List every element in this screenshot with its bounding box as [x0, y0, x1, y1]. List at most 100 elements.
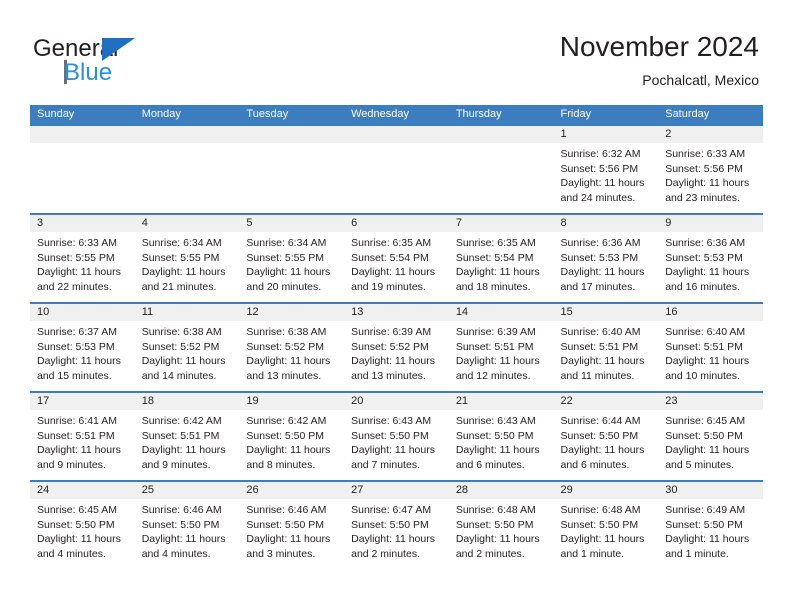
- calendar-day-cell[interactable]: 16 Sunrise: 6:40 AM Sunset: 5:51 PM Dayligh…: [658, 302, 763, 392]
- day-number: [448, 126, 554, 143]
- day-detail-line: Sunset: 5:52 PM: [141, 340, 220, 353]
- day-detail-line: and 1 minute.: [665, 547, 729, 560]
- day-detail-line: Sunset: 5:52 PM: [351, 340, 429, 353]
- weekday-header-sunday: Sunday: [30, 105, 135, 125]
- calendar-body: 1 Sunrise: 6:32 AM Sunset: 5:56 PM Daylight…: [30, 124, 763, 569]
- day-detail-line: Sunrise: 6:36 AM: [665, 237, 746, 249]
- day-cell-details: Sunrise: 6:45 AM Sunset: 5:50 PM Daylight:…: [658, 410, 763, 472]
- day-detail-line: Sunrise: 6:48 AM: [560, 504, 641, 516]
- day-detail-line: and 4 minutes.: [37, 547, 106, 560]
- calendar-day-cell[interactable]: 10 Sunrise: 6:37 AM Sunset: 5:53 PM Dayligh…: [30, 302, 135, 392]
- day-cell-details: Sunrise: 6:34 AM Sunset: 5:55 PM Daylight:…: [135, 232, 240, 294]
- calendar-day-cell[interactable]: 4 Sunrise: 6:34 AM Sunset: 5:55 PM Daylight…: [134, 213, 240, 303]
- day-detail-line: Sunrise: 6:38 AM: [246, 326, 327, 338]
- calendar-day-cell[interactable]: 17 Sunrise: 6:41 AM Sunset: 5:51 PM Dayligh…: [30, 391, 135, 481]
- day-cell-inner: 8 Sunrise: 6:36 AM Sunset: 5:53 PM Daylight…: [553, 215, 659, 302]
- calendar-day-cell[interactable]: 26 Sunrise: 6:46 AM Sunset: 5:50 PM Dayligh…: [239, 480, 345, 569]
- day-detail-line: Sunset: 5:51 PM: [665, 340, 743, 353]
- day-detail-line: and 2 minutes.: [351, 547, 420, 560]
- calendar-day-cell[interactable]: 20 Sunrise: 6:43 AM Sunset: 5:50 PM Dayligh…: [344, 391, 449, 481]
- calendar-day-cell[interactable]: 18 Sunrise: 6:42 AM Sunset: 5:51 PM Dayligh…: [134, 391, 240, 481]
- calendar-day-cell[interactable]: 28 Sunrise: 6:48 AM Sunset: 5:50 PM Dayligh…: [448, 480, 554, 569]
- day-number: 5: [239, 215, 345, 232]
- day-detail-line: Sunset: 5:51 PM: [560, 340, 639, 353]
- calendar-day-cell[interactable]: 11 Sunrise: 6:38 AM Sunset: 5:52 PM Dayligh…: [134, 302, 240, 392]
- day-detail-line: and 23 minutes.: [665, 191, 740, 204]
- day-number: 16: [658, 304, 763, 321]
- day-detail-line: and 6 minutes.: [560, 458, 630, 471]
- day-cell-inner: 25 Sunrise: 6:46 AM Sunset: 5:50 PM Dayligh…: [134, 482, 240, 569]
- day-cell-details: Sunrise: 6:43 AM Sunset: 5:50 PM Daylight:…: [449, 410, 554, 472]
- day-detail-line: Sunrise: 6:41 AM: [37, 415, 117, 427]
- day-detail-line: Daylight: 11 hours: [455, 355, 540, 367]
- day-cell-inner: 24 Sunrise: 6:45 AM Sunset: 5:50 PM Dayligh…: [30, 482, 135, 569]
- calendar-day-cell[interactable]: 9 Sunrise: 6:36 AM Sunset: 5:53 PM Daylight…: [658, 213, 763, 303]
- day-cell-details: [344, 143, 449, 147]
- calendar-day-cell[interactable]: 29 Sunrise: 6:48 AM Sunset: 5:50 PM Dayligh…: [553, 480, 659, 569]
- calendar-day-cell[interactable]: 5 Sunrise: 6:34 AM Sunset: 5:55 PM Daylight…: [239, 213, 345, 303]
- day-detail-line: Daylight: 11 hours: [351, 533, 435, 545]
- day-cell-inner: 16 Sunrise: 6:40 AM Sunset: 5:51 PM Dayligh…: [658, 304, 763, 391]
- calendar-day-cell[interactable]: 15 Sunrise: 6:40 AM Sunset: 5:51 PM Dayligh…: [553, 302, 659, 392]
- calendar-week-row: 17 Sunrise: 6:41 AM Sunset: 5:51 PM Dayligh…: [30, 391, 763, 481]
- day-number: 2: [658, 126, 763, 143]
- day-cell-details: Sunrise: 6:44 AM Sunset: 5:50 PM Daylight:…: [554, 410, 659, 472]
- calendar-day-cell[interactable]: 3 Sunrise: 6:33 AM Sunset: 5:55 PM Daylight…: [30, 213, 135, 303]
- calendar-day-cell[interactable]: 14 Sunrise: 6:39 AM Sunset: 5:51 PM Dayligh…: [448, 302, 554, 392]
- general-blue-logo[interactable]: General Blue: [33, 36, 263, 88]
- day-number: [344, 126, 449, 143]
- day-detail-line: Daylight: 11 hours: [455, 533, 540, 545]
- day-cell-details: Sunrise: 6:39 AM Sunset: 5:52 PM Daylight:…: [344, 321, 449, 383]
- blue-triangle-flag-icon: [102, 38, 135, 61]
- calendar-day-cell[interactable]: 13 Sunrise: 6:39 AM Sunset: 5:52 PM Dayligh…: [344, 302, 449, 392]
- day-detail-line: Sunset: 5:55 PM: [37, 251, 115, 264]
- day-cell-inner: 23 Sunrise: 6:45 AM Sunset: 5:50 PM Dayligh…: [658, 393, 763, 480]
- day-cell-inner: 5 Sunrise: 6:34 AM Sunset: 5:55 PM Daylight…: [239, 215, 345, 302]
- day-detail-line: Daylight: 11 hours: [665, 177, 750, 189]
- day-detail-line: Sunset: 5:54 PM: [455, 251, 534, 264]
- day-detail-line: and 13 minutes.: [246, 369, 322, 382]
- day-detail-line: Sunset: 5:54 PM: [351, 251, 429, 264]
- day-detail-line: Sunset: 5:55 PM: [246, 251, 325, 264]
- day-number: 24: [30, 482, 135, 499]
- location-subtitle: Pochalcatl, Mexico: [642, 72, 759, 88]
- calendar-day-cell[interactable]: 6 Sunrise: 6:35 AM Sunset: 5:54 PM Daylight…: [344, 213, 449, 303]
- calendar-day-cell[interactable]: 8 Sunrise: 6:36 AM Sunset: 5:53 PM Daylight…: [553, 213, 659, 303]
- day-detail-line: and 18 minutes.: [455, 280, 531, 293]
- calendar-day-cell[interactable]: 24 Sunrise: 6:45 AM Sunset: 5:50 PM Dayligh…: [30, 480, 135, 569]
- day-cell-details: Sunrise: 6:45 AM Sunset: 5:50 PM Daylight:…: [30, 499, 135, 561]
- day-number: 19: [239, 393, 345, 410]
- calendar-day-cell[interactable]: 1 Sunrise: 6:32 AM Sunset: 5:56 PM Daylight…: [553, 124, 659, 214]
- day-detail-line: and 12 minutes.: [455, 369, 531, 382]
- brand-name-blue: Blue: [64, 59, 113, 86]
- day-cell-details: Sunrise: 6:46 AM Sunset: 5:50 PM Daylight:…: [135, 499, 240, 561]
- calendar-day-cell[interactable]: 12 Sunrise: 6:38 AM Sunset: 5:52 PM Dayligh…: [239, 302, 345, 392]
- day-cell-details: Sunrise: 6:43 AM Sunset: 5:50 PM Daylight:…: [344, 410, 449, 472]
- day-number: 29: [553, 482, 659, 499]
- day-detail-line: Sunrise: 6:45 AM: [37, 504, 117, 516]
- calendar-day-cell[interactable]: 23 Sunrise: 6:45 AM Sunset: 5:50 PM Dayligh…: [658, 391, 763, 481]
- calendar-day-cell[interactable]: 7 Sunrise: 6:35 AM Sunset: 5:54 PM Daylight…: [448, 213, 554, 303]
- calendar-day-cell[interactable]: 19 Sunrise: 6:42 AM Sunset: 5:50 PM Dayligh…: [239, 391, 345, 481]
- calendar-week-row: 3 Sunrise: 6:33 AM Sunset: 5:55 PM Daylight…: [30, 213, 763, 303]
- calendar-day-cell[interactable]: 2 Sunrise: 6:33 AM Sunset: 5:56 PM Daylight…: [658, 124, 763, 214]
- day-detail-line: Daylight: 11 hours: [37, 444, 121, 456]
- calendar-day-cell[interactable]: 30 Sunrise: 6:49 AM Sunset: 5:50 PM Dayligh…: [658, 480, 763, 569]
- page-header: General Blue November 2024 Pochalcatl, M…: [0, 0, 792, 100]
- day-number: 20: [344, 393, 449, 410]
- calendar-day-cell[interactable]: 21 Sunrise: 6:43 AM Sunset: 5:50 PM Dayligh…: [448, 391, 554, 481]
- calendar-day-cell[interactable]: 22 Sunrise: 6:44 AM Sunset: 5:50 PM Dayligh…: [553, 391, 659, 481]
- day-detail-line: Daylight: 11 hours: [246, 533, 331, 545]
- day-cell-details: Sunrise: 6:48 AM Sunset: 5:50 PM Daylight:…: [449, 499, 554, 561]
- calendar-day-cell[interactable]: 27 Sunrise: 6:47 AM Sunset: 5:50 PM Dayligh…: [344, 480, 449, 569]
- day-number: 12: [239, 304, 345, 321]
- day-detail-line: Sunrise: 6:44 AM: [560, 415, 641, 427]
- day-detail-line: and 10 minutes.: [665, 369, 740, 382]
- day-detail-line: and 20 minutes.: [246, 280, 322, 293]
- day-detail-line: and 21 minutes.: [141, 280, 217, 293]
- calendar-day-cell[interactable]: 25 Sunrise: 6:46 AM Sunset: 5:50 PM Dayligh…: [134, 480, 240, 569]
- day-detail-line: Daylight: 11 hours: [37, 533, 121, 545]
- day-detail-line: and 13 minutes.: [351, 369, 426, 382]
- day-number: 25: [134, 482, 240, 499]
- day-cell-details: Sunrise: 6:40 AM Sunset: 5:51 PM Daylight:…: [554, 321, 659, 383]
